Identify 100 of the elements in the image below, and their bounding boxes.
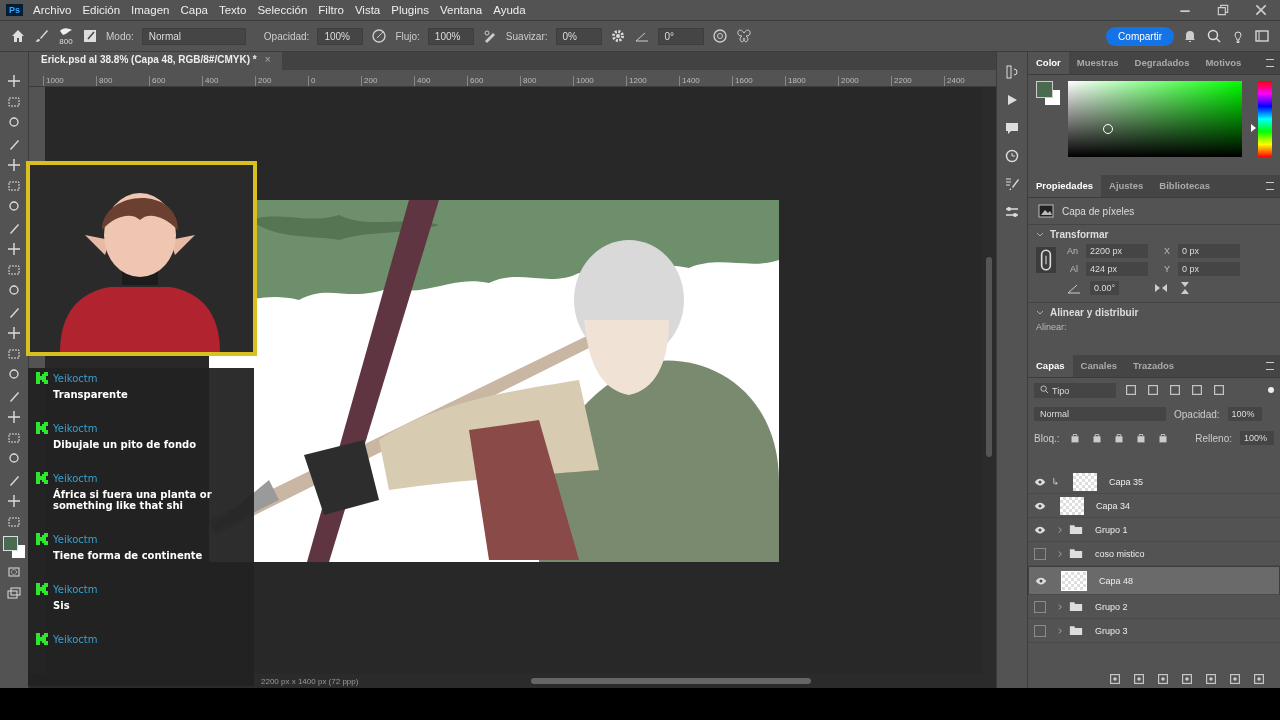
layer-name[interactable]: Grupo 2: [1095, 601, 1128, 612]
eye-icon[interactable]: [1034, 477, 1046, 486]
input-field[interactable]: 0 px: [1178, 262, 1240, 276]
section-title[interactable]: Alinear y distribuir: [1050, 307, 1139, 318]
chat-message: Tiene forma de continente: [52, 550, 204, 561]
panel-tab[interactable]: Propiedades: [1028, 175, 1102, 197]
eye-icon[interactable]: [1035, 576, 1047, 585]
hue-slider-thumb[interactable]: [1251, 124, 1256, 133]
layer-row[interactable]: Grupo 3: [1028, 619, 1280, 643]
panel-tab[interactable]: Bibliotecas: [1151, 175, 1219, 197]
panel-tab[interactable]: Ajustes: [1101, 175, 1152, 197]
layer-name[interactable]: coso mistico: [1095, 548, 1145, 559]
eye-icon[interactable]: [1034, 501, 1046, 510]
menu-item[interactable]: Texto: [218, 4, 247, 16]
target-icon[interactable]: [711, 28, 728, 44]
visibility-toggle[interactable]: [1034, 600, 1046, 613]
quick-mask-icon[interactable]: [7, 565, 21, 579]
sliders-icon[interactable]: [1004, 204, 1020, 220]
input-field[interactable]: 2200 px: [1086, 244, 1148, 258]
menu-item[interactable]: Archivo: [33, 4, 72, 16]
menu-item[interactable]: Capa: [180, 4, 208, 16]
menu-item[interactable]: Ayuda: [493, 4, 526, 16]
angle-field[interactable]: 0.00°: [1090, 281, 1120, 295]
filter-toggle[interactable]: [1268, 387, 1274, 393]
opacity-field[interactable]: 100%: [1227, 407, 1262, 421]
marquee-icon[interactable]: [7, 95, 21, 109]
smoothing-field[interactable]: 0%: [555, 27, 602, 45]
layer-name[interactable]: Grupo 1: [1095, 524, 1128, 535]
ruler-label: 1400: [679, 76, 732, 86]
mode-select[interactable]: Normal: [141, 27, 246, 45]
menu-item[interactable]: Imagen: [131, 4, 170, 16]
home-icon[interactable]: [10, 28, 26, 44]
history-icon[interactable]: [1004, 64, 1020, 80]
close-icon[interactable]: [1254, 3, 1268, 17]
ruler-label: 600: [467, 76, 520, 86]
flow-field[interactable]: 100%: [427, 27, 474, 45]
clock-icon[interactable]: [1004, 148, 1020, 164]
menu-item[interactable]: Filtro: [318, 4, 344, 16]
layer-name[interactable]: Capa 48: [1099, 575, 1134, 586]
comment-icon[interactable]: [1004, 120, 1020, 136]
chevron-icon[interactable]: [1036, 309, 1044, 316]
layer-row[interactable]: Capa 34: [1028, 494, 1280, 518]
menu-item[interactable]: Vista: [354, 4, 381, 16]
color-swatches[interactable]: [1036, 81, 1060, 105]
eye-icon[interactable]: [1034, 525, 1046, 534]
opacity-field[interactable]: 100%: [317, 27, 364, 45]
layer-row[interactable]: Capa 48: [1028, 566, 1280, 595]
color-swatches[interactable]: [3, 536, 25, 558]
brush-settings-icon[interactable]: [82, 28, 98, 44]
layer-row[interactable]: Capa 35: [1028, 470, 1280, 494]
panel-tab[interactable]: Trazados: [1124, 355, 1183, 377]
airbrush-icon[interactable]: [481, 28, 498, 44]
panel-tab[interactable]: Capas: [1028, 355, 1073, 377]
document-tab[interactable]: Erick.psd al 38.8% (Capa 48, RGB/8#/CMYK) * ×: [29, 52, 283, 70]
ruler-label: 0: [308, 76, 361, 86]
settings-icon[interactable]: [609, 28, 626, 44]
workspace-icon[interactable]: [1254, 28, 1270, 44]
layer-thumbnail: [1061, 570, 1087, 591]
menu-item[interactable]: Plugins: [391, 4, 429, 16]
move-icon[interactable]: [7, 74, 21, 88]
visibility-toggle[interactable]: [1034, 547, 1046, 560]
ruler-label: 1200: [626, 76, 679, 86]
panel-menu-icon[interactable]: [1266, 182, 1274, 190]
layer-name[interactable]: Grupo 3: [1095, 625, 1128, 636]
visibility-toggle[interactable]: [1034, 624, 1046, 637]
brush-tip-icon[interactable]: [58, 26, 74, 37]
app-logo[interactable]: Ps: [6, 4, 23, 16]
layer-filter-select[interactable]: Tipo: [1034, 382, 1116, 398]
panel-menu-icon[interactable]: [1266, 362, 1274, 370]
panel-tab[interactable]: Degradados: [1126, 52, 1198, 74]
input-field[interactable]: 424 px: [1086, 262, 1148, 276]
kick-logo-icon: [36, 422, 48, 434]
share-button[interactable]: Compartir: [1106, 26, 1174, 46]
color-field[interactable]: [1068, 81, 1242, 157]
screen-mode-icon[interactable]: [7, 586, 21, 600]
layer-row[interactable]: Grupo 1: [1028, 518, 1280, 542]
menu-item[interactable]: Selección: [257, 4, 308, 16]
section-title[interactable]: Transformar: [1050, 229, 1109, 240]
layer-name[interactable]: Capa 34: [1096, 500, 1131, 511]
panel-tab[interactable]: Motivos: [1197, 52, 1250, 74]
fill-field[interactable]: 100%: [1240, 431, 1274, 445]
panel-tab[interactable]: Muestras: [1068, 52, 1127, 74]
blend-mode-select[interactable]: Normal: [1034, 407, 1166, 421]
menu-item[interactable]: Edición: [82, 4, 121, 16]
pressure-icon[interactable]: [371, 28, 388, 44]
layer-thumbnail: [1060, 496, 1084, 515]
angle-field[interactable]: 0°: [657, 27, 704, 45]
panel-menu-icon[interactable]: [1266, 59, 1274, 67]
layer-row[interactable]: Grupo 2: [1028, 595, 1280, 619]
brush-list-icon[interactable]: [1004, 176, 1020, 192]
panel-tab[interactable]: Canales: [1072, 355, 1125, 377]
chevron-icon[interactable]: [1036, 231, 1044, 238]
input-field[interactable]: 0 px: [1178, 244, 1240, 258]
ruler-label: 400: [202, 76, 255, 86]
layer-name[interactable]: Capa 35: [1109, 476, 1144, 487]
menu-item[interactable]: Ventana: [439, 4, 483, 16]
butterfly-icon[interactable]: [735, 28, 752, 44]
panel-tab[interactable]: Color: [1028, 52, 1069, 74]
lock-label: Bloq.:: [1034, 432, 1060, 444]
restore-icon[interactable]: [1216, 3, 1230, 17]
